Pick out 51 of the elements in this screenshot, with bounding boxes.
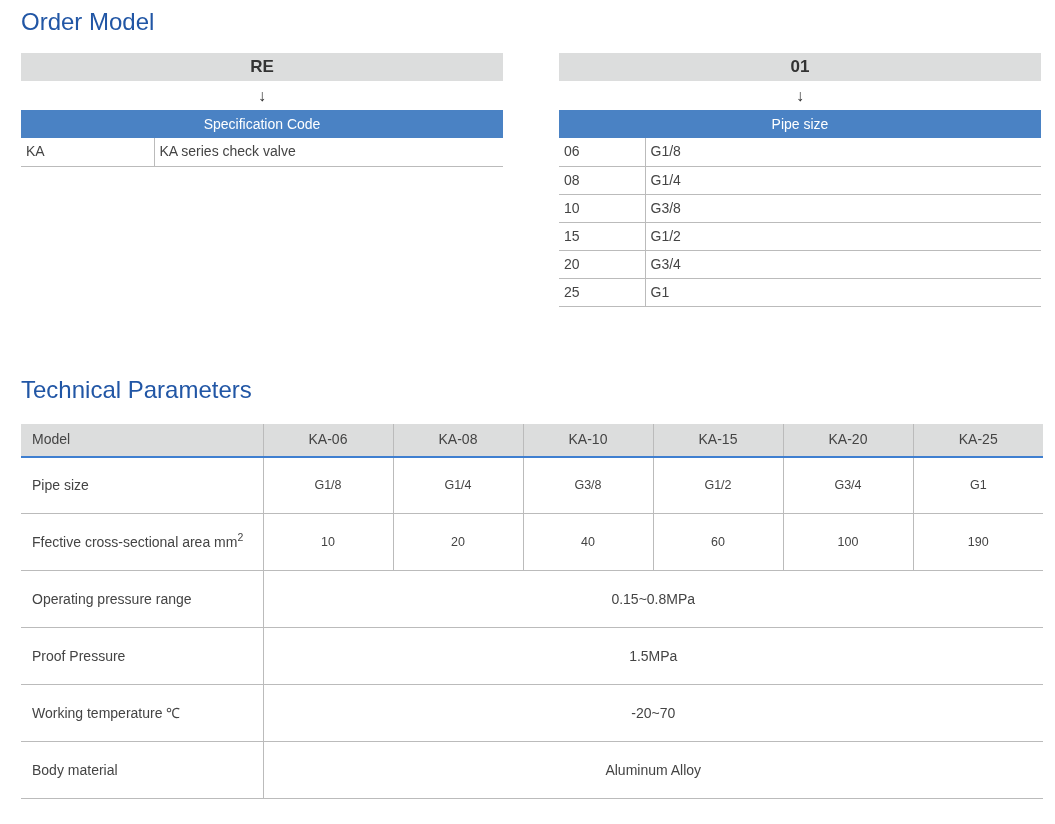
column-header: KA-15 [653,423,783,457]
row-label: Body material [21,741,263,799]
table-cell: G1/2 [645,222,1041,250]
table-cell: G3/4 [783,456,913,514]
column-header: KA-20 [783,423,913,457]
table-cell: 06 [559,138,645,166]
model-code-bar: 01 [559,53,1041,81]
table-cell: KA series check valve [154,138,503,166]
table-cell: G1 [913,456,1043,514]
table-cell: G1/8 [645,138,1041,166]
table-cell: 10 [263,513,393,571]
row-label: Operating pressure range [21,570,263,628]
table-cell: 40 [523,513,653,571]
table-header: Specification Code [21,110,503,138]
column-header: Model [21,423,263,457]
down-arrow: ↓ [257,86,267,106]
table-cell: 60 [653,513,783,571]
table-cell: G1/2 [653,456,783,514]
table-cell: G1/4 [645,166,1041,194]
column-header: KA-06 [263,423,393,457]
table-cell: KA [21,138,154,166]
section-title: Order Model [21,7,156,37]
table-header: Pipe size [559,110,1041,138]
row-label: Pipe size [21,456,263,514]
row-label: Proof Pressure [21,627,263,685]
table-cell: Aluminum Alloy [263,741,1043,799]
table-cell: 100 [783,513,913,571]
table-cell: G1 [645,278,1041,306]
section-title: Technical Parameters [21,374,253,405]
table-cell: 08 [559,166,645,194]
table-cell: 0.15~0.8MPa [263,570,1043,628]
table-cell: G3/4 [645,250,1041,278]
down-arrow: ↓ [795,86,805,106]
table-cell: 10 [559,194,645,222]
row-label: Working temperature ℃ [21,684,263,742]
table-cell: -20~70 [263,684,1043,742]
table-cell: G1/4 [393,456,523,514]
table-cell: 190 [913,513,1043,571]
row-label: Ffective cross-sectional area mm$^{2}$ [21,513,263,571]
table-cell: 1.5MPa [263,627,1043,685]
column-header: KA-10 [523,423,653,457]
table-cell: G3/8 [523,456,653,514]
table-cell: G1/8 [263,456,393,514]
table-cell: G3/8 [645,194,1041,222]
table-cell: 20 [559,250,645,278]
column-header: KA-08 [393,423,523,457]
column-header: KA-25 [913,423,1043,457]
table-cell: 25 [559,278,645,306]
table-cell: 20 [393,513,523,571]
model-code-bar: RE [21,53,503,81]
table-cell: 15 [559,222,645,250]
